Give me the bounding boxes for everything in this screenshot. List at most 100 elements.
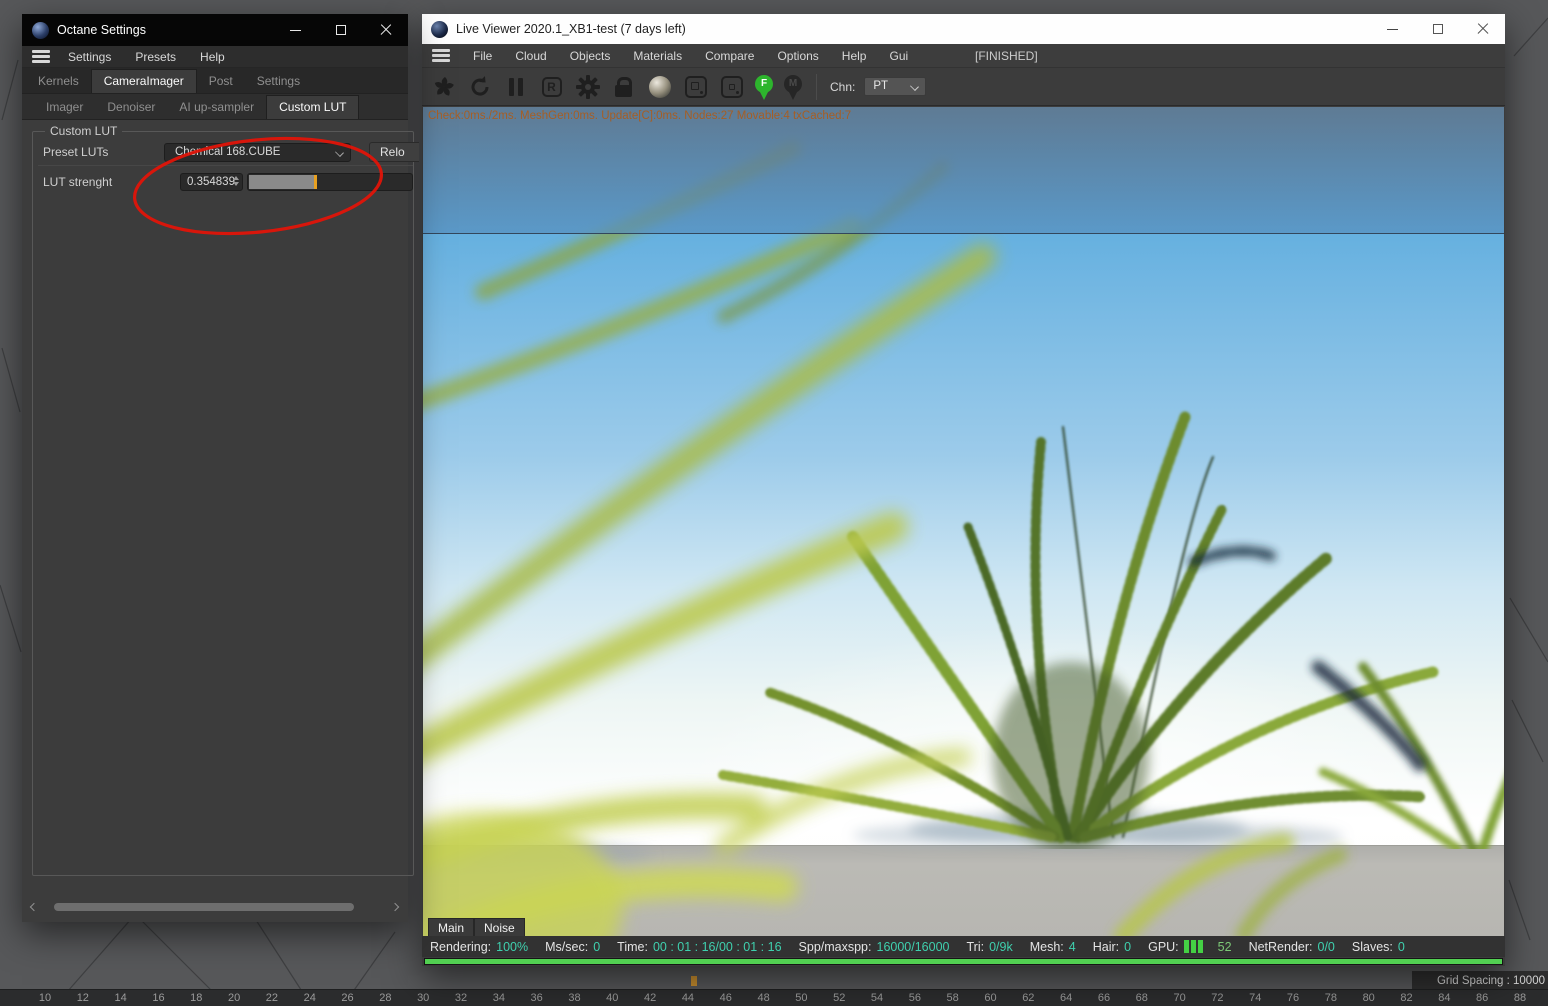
menu-item-materials[interactable]: Materials xyxy=(633,49,682,63)
pick-region-icon[interactable] xyxy=(682,73,709,100)
status-spp-maxspp: Spp/maxspp: 16000/16000 xyxy=(799,940,950,954)
row-separator xyxy=(38,165,413,166)
ruler-number: 50 xyxy=(795,992,808,1004)
horizontal-scrollbar[interactable] xyxy=(26,900,404,914)
menu-item-cloud[interactable]: Cloud xyxy=(515,49,546,63)
ruler-number: 76 xyxy=(1286,992,1300,1004)
app-logo-icon xyxy=(431,20,448,38)
ruler-number: 28 xyxy=(379,992,392,1004)
status-value: 52 xyxy=(1217,939,1232,954)
close-button[interactable] xyxy=(363,14,408,46)
settings-gear-icon[interactable] xyxy=(574,73,601,100)
ruler-number: 38 xyxy=(568,992,581,1004)
menu-item-file[interactable]: File xyxy=(473,49,492,63)
octane-titlebar[interactable]: Octane Settings xyxy=(22,14,408,46)
render-viewport[interactable]: Check:0ms./2ms. MeshGen:0ms. Update[C]:0… xyxy=(423,107,1504,936)
tab-custom-lut[interactable]: Custom LUT xyxy=(266,95,360,119)
ruler-number: 44 xyxy=(681,992,695,1004)
menu-item-compare[interactable]: Compare xyxy=(705,49,754,63)
menu-item-help[interactable]: Help xyxy=(842,49,867,63)
ruler-number: 20 xyxy=(227,992,241,1004)
material-picker-icon[interactable]: M xyxy=(783,74,803,100)
octane-logo-icon[interactable] xyxy=(430,73,457,100)
ruler-number: 54 xyxy=(870,992,884,1004)
lut-strength-slider[interactable] xyxy=(247,173,413,191)
menu-item-help[interactable]: Help xyxy=(200,50,225,64)
status-netrender: NetRender: 0/0 xyxy=(1249,940,1335,954)
lut-strength-value: 0.354839 xyxy=(187,176,235,188)
maximize-button[interactable] xyxy=(1415,14,1460,44)
pause-icon[interactable] xyxy=(502,73,529,100)
minimize-button[interactable] xyxy=(1370,14,1415,44)
menu-item-options[interactable]: Options xyxy=(777,49,818,63)
lut-strength-label: LUT strenght xyxy=(43,175,113,189)
viewport-tab-bar: Main Noise xyxy=(428,918,525,936)
scrollbar-track[interactable] xyxy=(44,903,386,911)
secondary-tab-bar: Imager Denoiser AI up-sampler Custom LUT xyxy=(22,94,408,120)
channel-label: Chn: xyxy=(830,79,856,94)
toolbar-separator xyxy=(816,73,817,100)
ruler-number: 58 xyxy=(946,992,959,1004)
menu-item-gui[interactable]: Gui xyxy=(889,49,908,63)
timeline-frame-marker[interactable] xyxy=(691,976,697,986)
lut-strength-spinbox[interactable]: 0.354839 xyxy=(180,173,243,191)
ruler-number: 36 xyxy=(530,992,543,1004)
status-label: Rendering: xyxy=(430,939,492,954)
tab-kernels[interactable]: Kernels xyxy=(26,70,91,93)
close-icon xyxy=(380,24,392,36)
status-value: 16000/16000 xyxy=(876,939,950,954)
status-gpu: GPU: 52 xyxy=(1148,940,1231,954)
render-progress-bar xyxy=(424,958,1503,965)
hamburger-menu-icon[interactable] xyxy=(432,49,450,62)
reset-icon[interactable]: R xyxy=(538,73,565,100)
menu-item-objects[interactable]: Objects xyxy=(570,49,611,63)
scrollbar-thumb[interactable] xyxy=(54,903,354,911)
film-region-icon[interactable] xyxy=(718,73,745,100)
status-label: GPU: xyxy=(1148,939,1179,954)
focus-pin-letter: F xyxy=(755,74,773,93)
channel-dropdown[interactable]: PT xyxy=(864,77,927,96)
live-viewer-titlebar[interactable]: Live Viewer 2020.1_XB1-test (7 days left… xyxy=(422,14,1505,44)
preset-lut-dropdown[interactable]: Chemical 168.CUBE xyxy=(164,142,351,162)
tab-imager[interactable]: Imager xyxy=(34,96,95,119)
status-time: Time: 00 : 01 : 16/00 : 01 : 16 xyxy=(617,940,781,954)
ruler-number: 32 xyxy=(454,992,468,1004)
viewport-tab-main[interactable]: Main xyxy=(428,918,475,936)
window-title: Live Viewer 2020.1_XB1-test (7 days left… xyxy=(456,22,686,36)
tab-cameraimager[interactable]: CameraImager xyxy=(90,69,197,93)
ruler-number: 72 xyxy=(1211,992,1224,1004)
scroll-right-icon[interactable] xyxy=(390,900,404,914)
window-bottom-edge xyxy=(422,965,1505,966)
ruler-number: 64 xyxy=(1060,992,1073,1004)
focus-picker-icon[interactable]: F xyxy=(754,74,774,100)
desktop: { "colors": { "annotation_red": "#e01408… xyxy=(0,0,1548,1006)
slider-fill xyxy=(249,175,317,189)
live-viewer-window: Live Viewer 2020.1_XB1-test (7 days left… xyxy=(422,14,1505,966)
tab-ai-up-sampler[interactable]: AI up-sampler xyxy=(167,96,266,119)
lock-icon[interactable] xyxy=(610,73,637,100)
timeline-ruler[interactable]: 10 12 14 16 18 20 22 24 26 28 30 32 34 36 38 40 42 44 46 48… xyxy=(0,989,1548,1006)
spinner-arrows-icon[interactable] xyxy=(233,176,239,186)
viewport-tab-noise[interactable]: Noise xyxy=(474,918,525,936)
menu-item-settings[interactable]: Settings xyxy=(68,50,111,64)
menu-item-presets[interactable]: Presets xyxy=(135,50,176,64)
tab-settings[interactable]: Settings xyxy=(245,70,312,93)
maximize-button[interactable] xyxy=(318,14,363,46)
status-label: Tri: xyxy=(966,939,985,954)
ruler-number: 86 xyxy=(1476,992,1489,1004)
reload-button[interactable]: Relo xyxy=(369,142,419,162)
ruler-number: 14 xyxy=(114,992,127,1004)
groupbox-label: Custom LUT xyxy=(45,124,123,138)
close-button[interactable] xyxy=(1460,14,1505,44)
hamburger-menu-icon[interactable] xyxy=(32,50,50,63)
octane-settings-window: Octane Settings Settings Presets Help Kern… xyxy=(22,14,419,922)
render-passes-icon[interactable] xyxy=(646,73,673,100)
slider-handle[interactable] xyxy=(314,175,318,189)
status-value: 00 : 01 : 16/00 : 01 : 16 xyxy=(652,939,782,954)
minimize-button[interactable] xyxy=(273,14,318,46)
refresh-icon[interactable] xyxy=(466,73,493,100)
scroll-left-icon[interactable] xyxy=(26,900,40,914)
tab-denoiser[interactable]: Denoiser xyxy=(95,96,167,119)
tab-post[interactable]: Post xyxy=(197,70,245,93)
ruler-number: 62 xyxy=(1022,992,1035,1004)
